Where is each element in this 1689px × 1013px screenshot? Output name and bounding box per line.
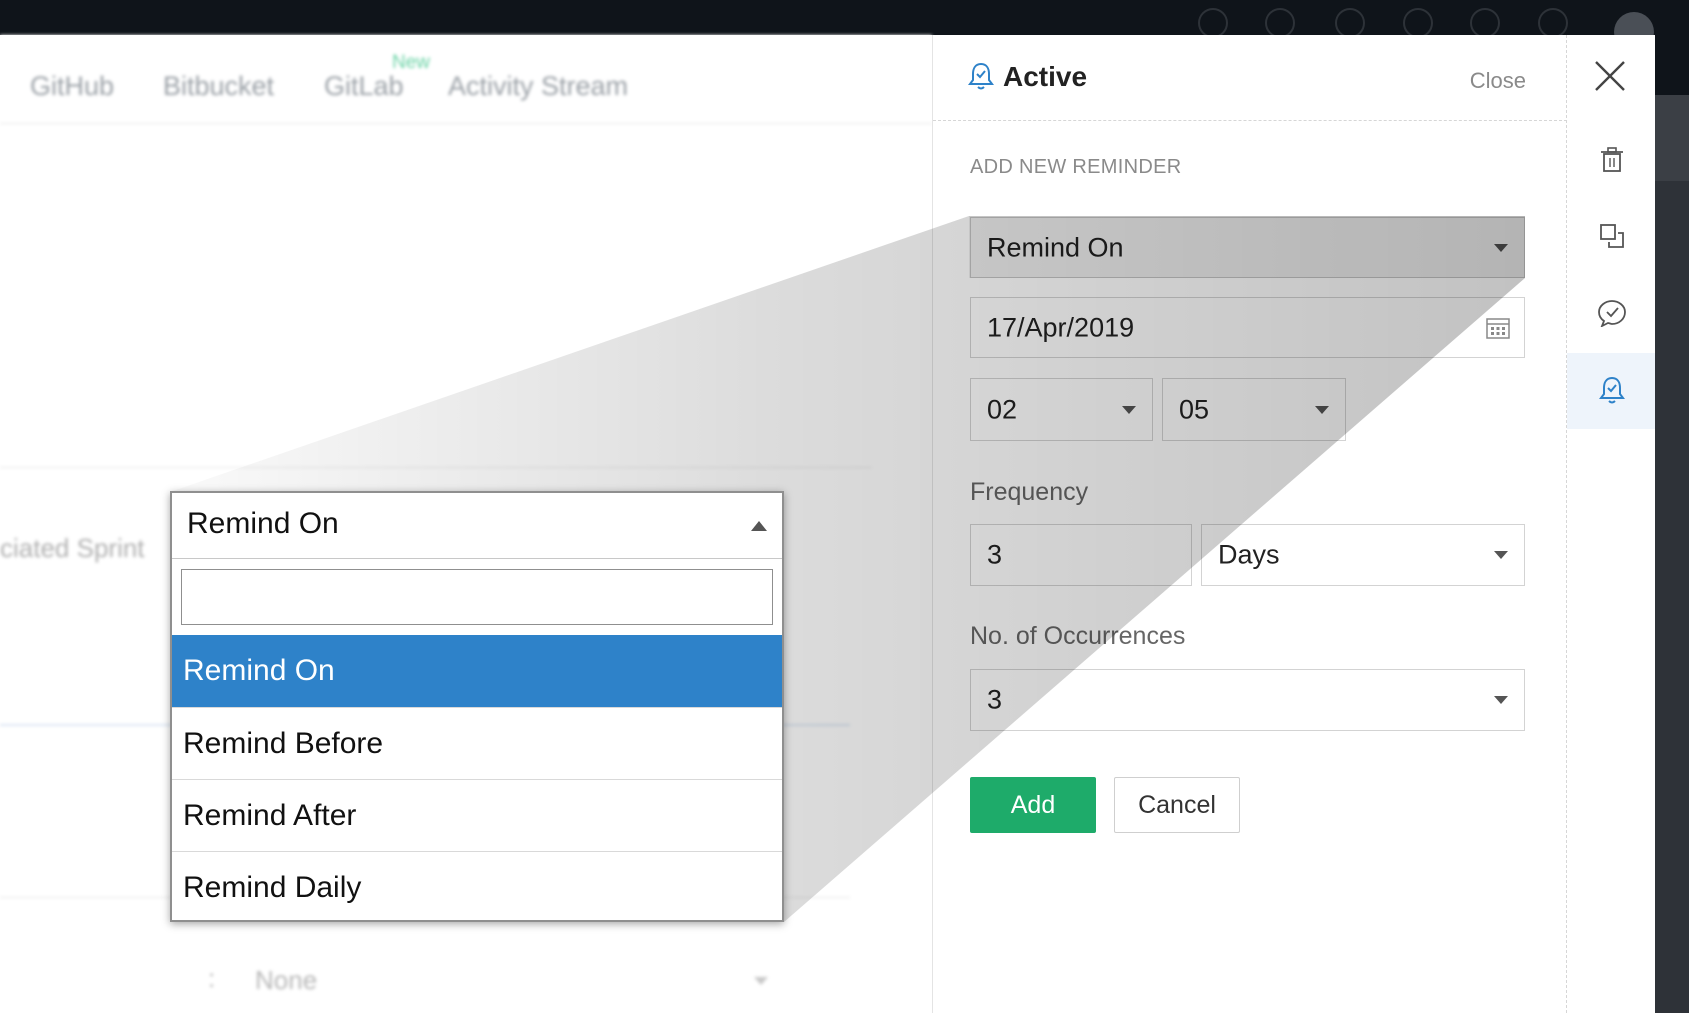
frequency-unit-select[interactable]: Days <box>1201 524 1525 586</box>
chevron-down-icon <box>1315 405 1329 414</box>
frequency-unit-value: Days <box>1218 539 1280 570</box>
search-icon[interactable] <box>1198 8 1228 38</box>
tab-github[interactable]: GitHub <box>30 71 114 102</box>
date-field[interactable]: 17/Apr/2019 <box>970 297 1525 358</box>
dropdown-option-remind-daily[interactable]: Remind Daily <box>172 851 782 923</box>
chevron-down-icon <box>1494 551 1508 559</box>
occurrences-select[interactable]: 3 <box>970 669 1525 731</box>
remind-type-value: Remind On <box>987 232 1124 262</box>
occurrences-value: 3 <box>987 684 1003 715</box>
divider <box>0 123 932 124</box>
cancel-button[interactable]: Cancel <box>1114 777 1240 833</box>
timer-icon[interactable] <box>1403 8 1433 38</box>
close-icon[interactable] <box>1594 60 1626 92</box>
chevron-down-icon <box>1122 405 1136 414</box>
dropdown-search-input[interactable] <box>181 569 773 625</box>
none-value[interactable]: None <box>255 965 317 996</box>
tab-gitlab[interactable]: GitLab <box>324 71 404 102</box>
minute-select[interactable]: 05 <box>1162 378 1346 441</box>
chevron-down-icon <box>1494 696 1508 704</box>
settings-icon[interactable] <box>1538 8 1568 38</box>
minute-value: 05 <box>1179 394 1210 424</box>
remind-type-select[interactable]: Remind On <box>970 217 1525 278</box>
reminder-bell-icon[interactable] <box>1567 353 1656 429</box>
tab-bitbucket[interactable]: Bitbucket <box>163 71 274 102</box>
dropdown-option-remind-before[interactable]: Remind Before <box>172 707 782 779</box>
reminder-panel: Active Close ADD NEW REMINDER Remind On … <box>932 35 1567 1013</box>
associated-sprint-label: ciated Sprint <box>0 533 145 563</box>
frequency-input[interactable]: 3 <box>970 524 1192 586</box>
dropdown-option-remind-after[interactable]: Remind After <box>172 779 782 851</box>
add-button[interactable]: Add <box>970 777 1096 833</box>
dropdown-selected-value: Remind On <box>187 507 339 540</box>
occurrences-label: No. of Occurrences <box>970 622 1186 650</box>
panel-header: Active Close <box>933 35 1567 121</box>
section-title: ADD NEW REMINDER <box>970 156 1182 178</box>
add-icon[interactable] <box>1265 8 1295 38</box>
new-badge: New <box>392 52 431 73</box>
chevron-down-icon[interactable] <box>754 977 768 985</box>
field-separator: : <box>208 963 216 993</box>
remind-type-dropdown[interactable]: Remind On Remind On Remind Before Remind… <box>170 491 784 922</box>
hour-select[interactable]: 02 <box>970 378 1153 441</box>
divider <box>0 467 872 468</box>
calendar-icon[interactable] <box>1486 317 1510 339</box>
tab-activity-stream[interactable]: Activity Stream <box>448 71 628 102</box>
edge-block <box>1655 181 1689 1013</box>
notification-icon[interactable] <box>1470 8 1500 38</box>
comment-check-icon[interactable] <box>1567 275 1656 351</box>
chevron-down-icon <box>1494 243 1508 252</box>
bell-icon <box>968 62 994 90</box>
chevron-up-icon[interactable] <box>751 521 767 531</box>
lightbulb-icon[interactable] <box>1335 8 1365 38</box>
top-navigation-bar <box>0 0 1689 52</box>
copy-icon[interactable] <box>1567 198 1656 274</box>
dropdown-header[interactable]: Remind On <box>172 493 782 559</box>
side-icon-strip <box>1566 35 1656 1013</box>
panel-title: Active <box>1003 61 1088 92</box>
window-edge <box>1655 35 1689 1013</box>
date-value: 17/Apr/2019 <box>987 312 1135 342</box>
frequency-value: 3 <box>987 539 1003 570</box>
trash-icon[interactable] <box>1567 122 1656 198</box>
close-link[interactable]: Close <box>1470 68 1526 94</box>
frequency-label: Frequency <box>970 478 1089 506</box>
hour-value: 02 <box>987 394 1018 424</box>
dropdown-option-remind-on[interactable]: Remind On <box>172 635 782 707</box>
